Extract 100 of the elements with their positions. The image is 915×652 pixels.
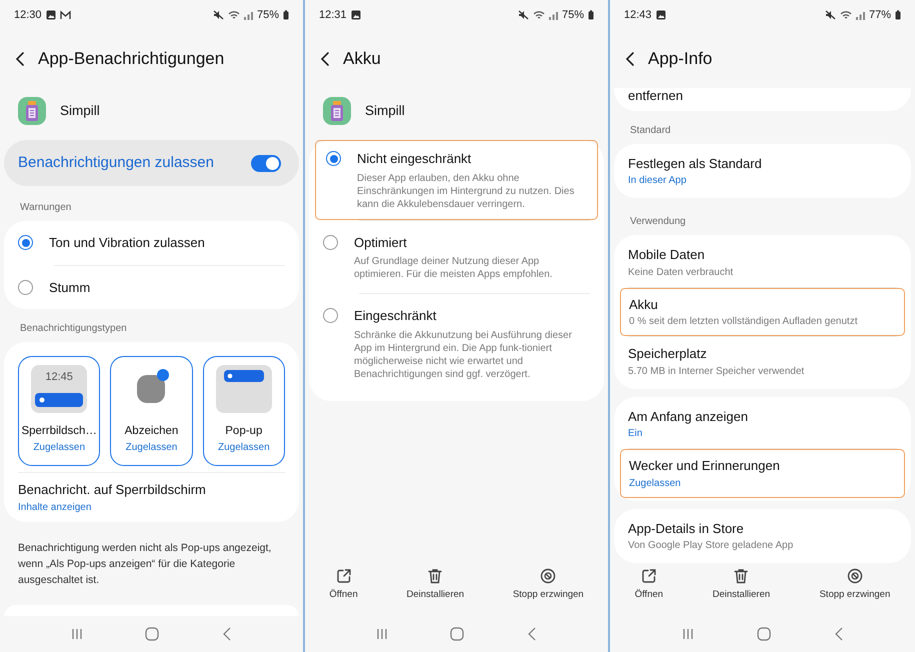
section-header: Warnungen xyxy=(19,201,72,215)
item-title: Am Anfang anzeigen xyxy=(628,408,749,426)
item-title: Akku xyxy=(629,296,659,314)
option-title: Stumm xyxy=(49,278,90,296)
highlight-frame[interactable]: Akku 0 % seit dem letzten vollständigen Aufladen genutzt xyxy=(620,288,905,336)
picture-icon xyxy=(350,10,361,20)
home-icon[interactable] xyxy=(756,627,770,641)
radio-button[interactable] xyxy=(323,234,338,250)
item-description: 5.70 MB in Interner Speicher verwendet xyxy=(628,364,806,379)
preview-time: 12:45 xyxy=(44,370,74,385)
section-header: Verwendung xyxy=(629,215,687,230)
action-button[interactable]: Stopp erzwingen xyxy=(512,568,584,610)
app-icon xyxy=(323,97,351,125)
battery-percent: 75% xyxy=(562,8,584,23)
item-title: Speicherplatz xyxy=(628,345,708,364)
tile-label: Sperrbildsch… xyxy=(21,424,97,439)
section-header: Standard xyxy=(629,124,672,138)
external-link-icon xyxy=(640,568,657,584)
home-icon[interactable] xyxy=(145,627,160,641)
banner-icon xyxy=(224,370,264,382)
wifi-icon xyxy=(532,10,545,20)
app-name: Simpill xyxy=(60,102,100,120)
option-description: Dieser App erlauben, den Akku ohne Einschränkungen im Hintergrund zu nutzen. Dies kann die Akkulebensdauer verringern. xyxy=(357,172,576,210)
setting-toggle-row[interactable]: Benachrichtigungen zulassen xyxy=(4,140,299,186)
page-title: App-Benachrichtigungen xyxy=(38,48,224,70)
wifi-icon xyxy=(228,10,240,20)
settings-item[interactable]: Festlegen als Standard In dieser App xyxy=(614,146,911,196)
signal-icon xyxy=(856,10,865,20)
toggle-switch[interactable] xyxy=(251,154,281,172)
back-icon[interactable] xyxy=(14,51,26,67)
picture-icon xyxy=(46,10,56,20)
trash-icon xyxy=(733,568,750,584)
action-button[interactable]: Öffnen xyxy=(329,568,358,610)
picture-icon xyxy=(656,10,666,20)
item-description: Keine Daten verbraucht xyxy=(628,266,734,280)
radio-button[interactable] xyxy=(323,308,338,323)
stop-icon xyxy=(846,568,863,584)
page-title: App-Info xyxy=(648,48,712,70)
external-link-icon xyxy=(336,568,352,584)
battery-icon xyxy=(588,10,594,20)
recent-apps-icon[interactable] xyxy=(71,628,84,640)
mute-icon xyxy=(824,10,836,20)
item-title: Mobile Daten xyxy=(628,246,706,264)
wifi-icon xyxy=(840,10,852,20)
battery-icon xyxy=(895,10,901,20)
mail-icon xyxy=(60,10,71,20)
item-value: Ein xyxy=(628,427,644,442)
option-description: Schränke die Akkunutzung bei Ausführung dieser App im Hintergrund ein. Die App funk-tioniert möglicherweise nicht wie erwartet und Benachrichtigungen sind ggf. verzögert. xyxy=(354,328,573,380)
item-title: entfernen xyxy=(628,88,683,105)
clock-time: 12:31 xyxy=(319,8,347,23)
mute-icon xyxy=(212,10,224,20)
item-title: App-Details in Store xyxy=(628,520,745,538)
clock-time: 12:30 xyxy=(14,8,42,23)
settings-item[interactable]: Mobile Daten Keine Daten verbraucht xyxy=(614,238,911,287)
notification-type-tile[interactable]: Abzeichen Zugelassen xyxy=(110,356,193,466)
home-icon[interactable] xyxy=(450,627,464,641)
page-title: Akku xyxy=(343,48,381,70)
tile-label: Pop-up xyxy=(225,424,262,439)
radio-button[interactable] xyxy=(326,151,341,166)
signal-icon xyxy=(244,10,253,20)
trash-icon xyxy=(427,568,444,584)
item-title: Festlegen als Standard xyxy=(628,154,763,173)
action-button[interactable]: Öffnen xyxy=(634,568,664,610)
toggle-label: Benachrichtigungen zulassen xyxy=(18,152,214,173)
item-description: Von Google Play Store geladene App xyxy=(628,539,794,554)
clock-time: 12:43 xyxy=(624,8,652,23)
notification-type-tile[interactable]: 12:45 Sperrbildsch… Zugelassen xyxy=(18,356,100,466)
tile-status: Zugelassen xyxy=(126,441,178,456)
mute-icon xyxy=(518,10,529,20)
battery-icon xyxy=(283,10,289,20)
recent-apps-icon[interactable] xyxy=(376,628,388,640)
item-description: 0 % seit dem letzten vollständigen Aufladen genutzt xyxy=(629,315,858,330)
back-icon[interactable] xyxy=(319,51,331,67)
item-value: In dieser App xyxy=(628,174,688,188)
action-button[interactable]: Deinstallieren xyxy=(406,568,464,610)
settings-item[interactable]: Benachricht. auf Sperrbildschirm Inhalte anzeigen xyxy=(4,473,299,522)
option-title: Eingeschränkt xyxy=(354,307,438,325)
stop-icon xyxy=(540,568,556,584)
radio-button[interactable] xyxy=(18,235,33,250)
signal-icon xyxy=(548,10,558,20)
option-title: Ton und Vibration zulassen xyxy=(49,234,205,252)
tile-status: Zugelassen xyxy=(33,441,86,456)
banner-icon xyxy=(35,393,84,407)
option-title: Nicht eingeschränkt xyxy=(357,150,472,168)
back-icon[interactable] xyxy=(624,51,636,67)
tile-status: Zugelassen xyxy=(218,441,270,456)
item-title: Benachricht. auf Sperrbildschirm xyxy=(18,481,207,500)
option-description: Auf Grundlage deiner Nutzung dieser App optimieren. Für die meisten Apps empfohlen. xyxy=(354,255,554,281)
settings-item[interactable]: Am Anfang anzeigen Ein xyxy=(614,400,911,448)
recent-apps-icon[interactable] xyxy=(682,628,694,640)
settings-item[interactable]: Speicherplatz 5.70 MB in Interner Speicher verwendet xyxy=(614,337,911,386)
notification-type-tile[interactable]: Pop-up Zugelassen xyxy=(202,356,285,466)
action-button[interactable]: Stopp erzwingen xyxy=(819,568,890,610)
section-header: Benachrichtigungstypen xyxy=(19,322,128,336)
item-value: Inhalte anzeigen xyxy=(18,500,92,515)
settings-item[interactable]: App-Details in Store Von Google Play Store geladene App xyxy=(614,512,911,560)
option-title: Optimiert xyxy=(354,234,408,252)
highlight-frame[interactable]: Wecker und Erinnerungen Zugelassen xyxy=(620,449,905,498)
radio-button[interactable] xyxy=(18,280,33,294)
action-button[interactable]: Deinstallieren xyxy=(712,568,770,610)
